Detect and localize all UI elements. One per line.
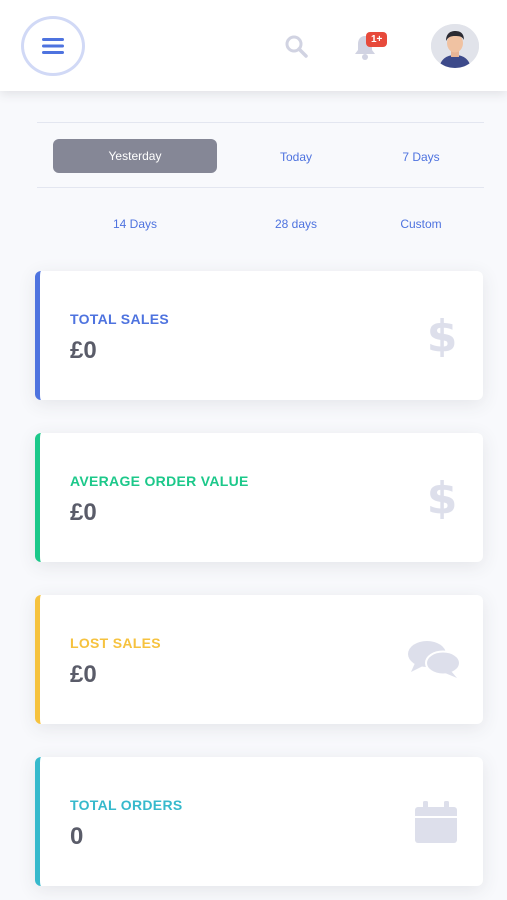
notification-badge: 1+ bbox=[366, 32, 388, 47]
card-label: TOTAL ORDERS bbox=[70, 797, 183, 813]
range-28days-button[interactable]: 28 days bbox=[236, 207, 356, 241]
menu-toggle-button[interactable] bbox=[21, 16, 85, 76]
calendar-icon bbox=[415, 799, 457, 848]
total-orders-card: TOTAL ORDERS 0 bbox=[35, 757, 483, 886]
range-yesterday-button[interactable]: Yesterday bbox=[53, 139, 217, 173]
user-avatar[interactable] bbox=[431, 24, 479, 68]
range-label: 14 Days bbox=[112, 217, 158, 231]
svg-text:$: $ bbox=[427, 475, 457, 519]
card-value: £0 bbox=[70, 337, 97, 364]
range-label: 28 days bbox=[274, 217, 318, 231]
range-14days-button[interactable]: 14 Days bbox=[75, 207, 195, 241]
card-value: £0 bbox=[70, 661, 97, 688]
dollar-icon: $ bbox=[427, 311, 458, 362]
range-label: 7 Days bbox=[402, 150, 440, 164]
top-navbar: 1+ bbox=[0, 0, 507, 91]
divider bbox=[37, 122, 484, 123]
total-sales-card: TOTAL SALES £0 $ bbox=[35, 271, 483, 400]
svg-text:$: $ bbox=[427, 313, 457, 357]
card-value: 0 bbox=[70, 823, 84, 850]
search-button[interactable] bbox=[284, 34, 308, 63]
hamburger-icon bbox=[42, 38, 64, 54]
card-label: AVERAGE ORDER VALUE bbox=[70, 473, 249, 489]
comments-icon bbox=[407, 639, 461, 684]
card-label: LOST SALES bbox=[70, 635, 161, 651]
range-label: Custom bbox=[400, 217, 442, 231]
search-icon bbox=[285, 35, 308, 58]
dollar-icon: $ bbox=[427, 473, 458, 524]
lost-sales-card: LOST SALES £0 bbox=[35, 595, 483, 724]
card-label: TOTAL SALES bbox=[70, 311, 169, 327]
card-value: £0 bbox=[70, 499, 97, 526]
average-order-value-card: AVERAGE ORDER VALUE £0 $ bbox=[35, 433, 483, 562]
range-today-button[interactable]: Today bbox=[236, 140, 356, 174]
range-custom-button[interactable]: Custom bbox=[361, 207, 481, 241]
range-label: Today bbox=[279, 150, 313, 164]
notifications-button[interactable]: 1+ bbox=[354, 30, 394, 60]
range-7days-button[interactable]: 7 Days bbox=[361, 140, 481, 174]
divider bbox=[37, 187, 484, 188]
range-label: Yesterday bbox=[108, 149, 162, 163]
avatar-icon bbox=[431, 24, 479, 68]
